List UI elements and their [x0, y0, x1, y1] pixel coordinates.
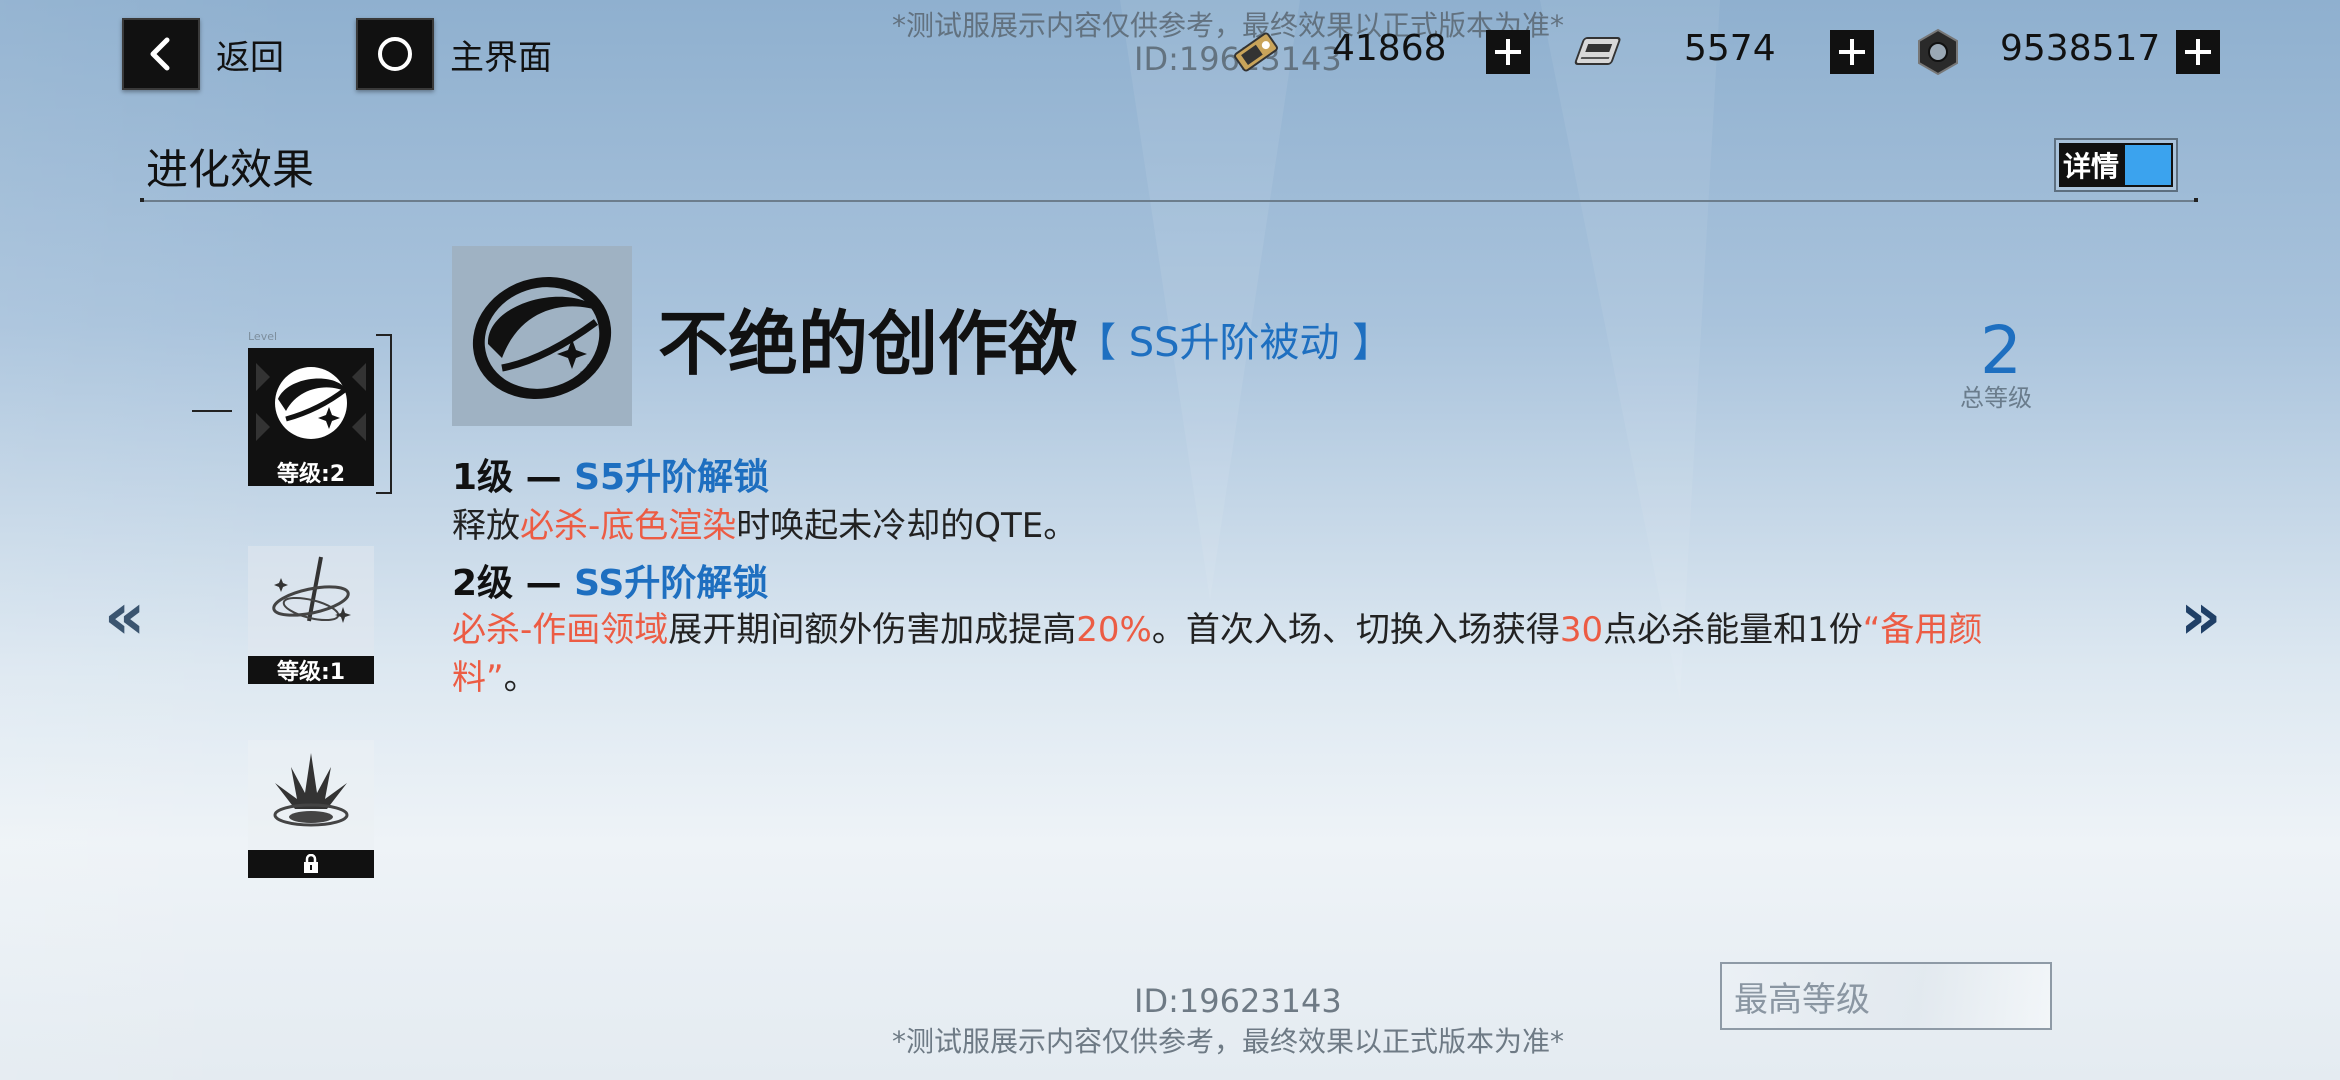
desc-segment: 展开期间额外伤害加成提高	[668, 610, 1077, 650]
desc-highlight: 必杀-作画领域	[452, 610, 669, 650]
resource-1-value: 41868	[1332, 28, 1447, 69]
desc-segment: 。	[503, 658, 538, 698]
slash-orb-icon	[248, 348, 374, 458]
desc-highlight: 必杀-底色渲染	[520, 506, 737, 546]
ticket-icon	[1228, 26, 1284, 82]
next-arrow-icon[interactable]: »	[2180, 580, 2221, 654]
detail-toggle-label: 详情	[2059, 143, 2123, 187]
header-divider	[140, 198, 2198, 202]
total-level-label: 总等级	[1960, 384, 2032, 412]
burst-icon	[248, 740, 374, 850]
resource-2-value: 5574	[1684, 28, 1776, 69]
level-1-prefix: 1级 —	[452, 457, 575, 498]
skill-type-tag: 【 SS升阶被动 】	[1076, 320, 1393, 366]
add-resource-3-button[interactable]	[2176, 30, 2220, 74]
home-label: 主界面	[450, 37, 552, 78]
max-level-button[interactable]: 最高等级	[1720, 962, 2052, 1030]
test-server-notice-bottom: *测试服展示内容仅供参考，最终效果以正式版本为准*	[892, 1025, 1565, 1058]
level-2-prefix: 2级 —	[452, 563, 575, 604]
skill-card-3[interactable]	[248, 740, 374, 878]
level-1-description: 释放必杀-底色渲染时唤起未冷却的QTE。	[452, 502, 2012, 550]
background-streak	[1540, 0, 1720, 700]
home-icon	[356, 18, 434, 90]
skill-name: 不绝的创作欲	[658, 303, 1078, 385]
add-resource-2-button[interactable]	[1830, 30, 1874, 74]
skill-card-1[interactable]: 等级:2	[248, 348, 374, 487]
home-button[interactable]: 主界面	[356, 18, 552, 90]
desc-segment: 释放	[452, 506, 520, 546]
resource-3-value: 9538517	[2000, 28, 2161, 69]
section-title: 进化效果	[146, 145, 315, 194]
lock-icon	[304, 854, 318, 873]
max-level-label: 最高等级	[1734, 979, 1870, 1020]
level-2-description: 必杀-作画领域展开期间额外伤害加成提高20%。首次入场、切换入场获得30点必杀能…	[452, 606, 2032, 702]
detail-toggle[interactable]: 详情	[2054, 138, 2178, 192]
chip-icon	[1570, 28, 1626, 80]
level-2-heading: 2级 — SS升阶解锁	[452, 554, 768, 606]
skill-main-icon	[452, 246, 632, 426]
selection-bracket	[376, 334, 392, 494]
skill-card-2-level: 等级:1	[248, 656, 374, 685]
back-button[interactable]: 返回	[122, 18, 284, 90]
selection-pointer	[192, 410, 232, 412]
skill-card-3-locked	[248, 850, 374, 878]
detail-toggle-knob	[2123, 143, 2173, 187]
level-2-unlock: SS升阶解锁	[574, 563, 769, 604]
back-label: 返回	[216, 37, 284, 78]
add-resource-1-button[interactable]	[1486, 30, 1530, 74]
prev-arrow-icon[interactable]: «	[104, 580, 145, 654]
desc-segment: 时唤起未冷却的QTE。	[736, 506, 1078, 546]
desc-highlight: 30	[1559, 610, 1604, 650]
card-level-tag: Level	[248, 330, 278, 343]
desc-segment: 点必杀能量和1份	[1603, 610, 1863, 650]
test-server-id-bottom: ID:19623143	[1134, 982, 1342, 1020]
hex-nut-icon	[1912, 26, 1964, 82]
skill-card-2[interactable]: 等级:1	[248, 546, 374, 685]
level-1-heading: 1级 — S5升阶解锁	[452, 448, 769, 500]
level-1-unlock: S5升阶解锁	[574, 457, 770, 498]
back-icon	[122, 18, 200, 90]
pen-orbit-icon	[248, 546, 374, 656]
skill-card-1-level: 等级:2	[248, 458, 374, 487]
desc-segment: 。首次入场、切换入场获得	[1151, 610, 1560, 650]
desc-highlight: 20%	[1076, 610, 1152, 650]
